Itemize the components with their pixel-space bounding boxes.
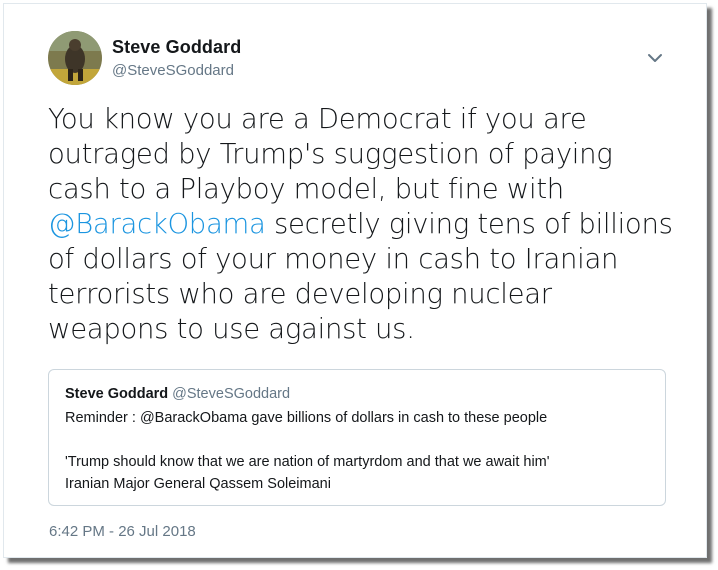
quoted-author-name: Steve Goddard bbox=[65, 386, 169, 402]
quoted-tweet[interactable]: Steve Goddard @SteveSGoddard Reminder : @… bbox=[48, 369, 666, 506]
author-name[interactable]: Steve Goddard bbox=[112, 37, 241, 58]
tweet-card: Steve Goddard @SteveSGoddard You know yo… bbox=[3, 3, 707, 558]
quoted-author-handle: @SteveSGoddard bbox=[172, 386, 291, 402]
timestamp-link[interactable]: 6:42 PM - 26 Jul 2018 bbox=[49, 523, 196, 540]
tweet-text-part-1: You know you are a Democrat if you are o… bbox=[48, 103, 613, 205]
quoted-tweet-header: Steve Goddard @SteveSGoddard bbox=[65, 386, 290, 402]
avatar-image bbox=[48, 31, 102, 85]
quoted-tweet-line-3: Iranian Major General Qassem Soleimani bbox=[65, 476, 331, 492]
author-handle[interactable]: @SteveSGoddard bbox=[112, 62, 234, 79]
quoted-tweet-line-2: 'Trump should know that we are nation of… bbox=[65, 454, 550, 470]
avatar[interactable] bbox=[48, 31, 102, 85]
chevron-down-icon[interactable] bbox=[644, 48, 666, 68]
tweet-text: You know you are a Democrat if you are o… bbox=[48, 102, 678, 347]
quoted-tweet-line-1: Reminder : @BarackObama gave billions of… bbox=[65, 410, 548, 426]
mention-link[interactable]: @BarackObama bbox=[48, 208, 266, 240]
